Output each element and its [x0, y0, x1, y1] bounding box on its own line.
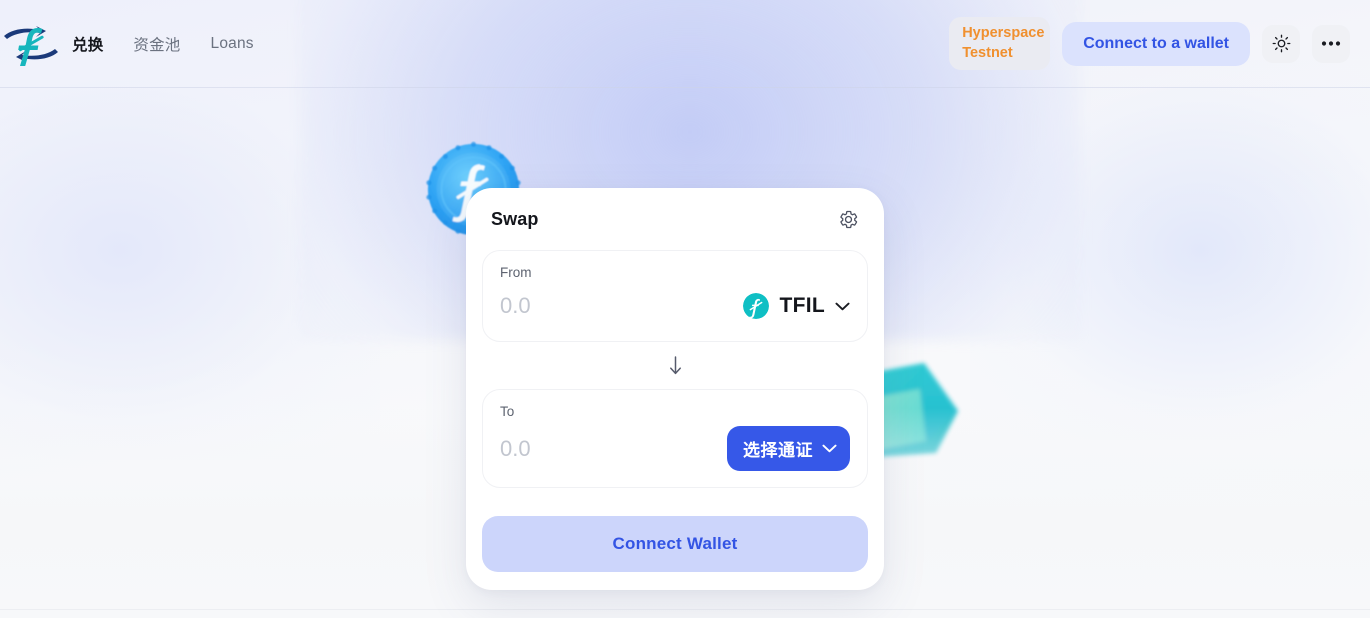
page-bottom-divider	[0, 609, 1370, 610]
filecoin-f-swoosh-logo	[4, 25, 58, 66]
from-label: From	[500, 265, 532, 280]
nav-item-pool[interactable]: 资金池	[133, 33, 180, 55]
from-panel: From TFIL	[482, 250, 868, 342]
network-name-line2: Testnet	[962, 44, 1013, 61]
sun-icon	[1272, 34, 1290, 53]
from-token-select-button[interactable]: TFIL	[743, 293, 850, 319]
to-label: To	[500, 404, 515, 419]
swap-card: Swap From TFIL	[466, 188, 884, 590]
arrow-down-icon	[669, 356, 681, 375]
chevron-down-icon	[835, 302, 850, 310]
gear-icon	[840, 210, 858, 228]
to-panel: To 选择通证	[482, 389, 868, 488]
to-amount-input[interactable]	[500, 435, 727, 462]
app-root: 兑换 资金池 Loans Hyperspace Testnet Connect …	[0, 0, 1370, 618]
nav-item-swap[interactable]: 兑换	[72, 33, 103, 55]
swap-direction-button[interactable]	[666, 353, 685, 378]
from-token-symbol: TFIL	[779, 294, 825, 317]
app-header: 兑换 资金池 Loans Hyperspace Testnet Connect …	[0, 0, 1370, 87]
to-row: 选择通证	[500, 426, 850, 471]
network-badge[interactable]: Hyperspace Testnet	[949, 17, 1051, 70]
connect-to-wallet-button[interactable]: Connect to a wallet	[1062, 21, 1250, 66]
connect-wallet-button[interactable]: Connect Wallet	[482, 516, 868, 572]
ellipsis-icon	[1321, 41, 1341, 46]
swap-card-header: Swap	[466, 188, 884, 250]
chevron-down-icon	[822, 444, 837, 453]
swap-settings-button[interactable]	[836, 207, 861, 232]
swap-direction-row	[466, 342, 884, 389]
nav-item-loans[interactable]: Loans	[211, 35, 254, 53]
header-actions: Hyperspace Testnet Connect to a wallet	[949, 17, 1350, 70]
more-menu-button[interactable]	[1312, 24, 1350, 63]
theme-toggle-button[interactable]	[1262, 24, 1300, 63]
swap-card-title: Swap	[491, 208, 539, 229]
network-name-line1: Hyperspace	[962, 25, 1045, 42]
from-amount-input[interactable]	[500, 293, 744, 319]
tfil-token-icon	[743, 293, 770, 319]
header-bottom-divider	[0, 87, 1370, 88]
select-token-label: 选择通证	[743, 441, 813, 460]
main-navigation: 兑换 资金池 Loans	[72, 33, 254, 55]
from-row: TFIL	[500, 287, 850, 325]
select-token-button[interactable]: 选择通证	[727, 426, 850, 471]
